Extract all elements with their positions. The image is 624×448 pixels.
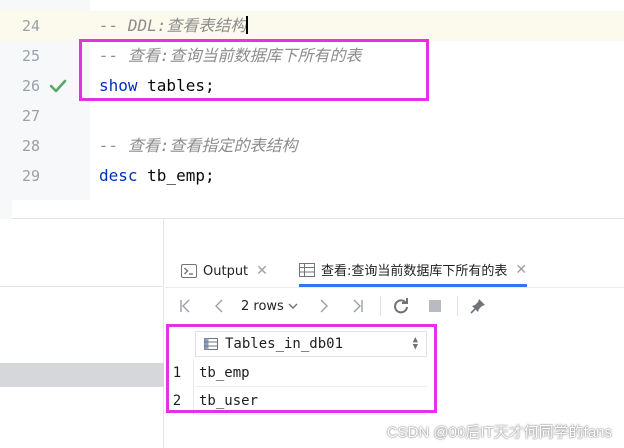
grid-header: Tables_in_db01 ▲ ▼ [165, 329, 433, 359]
chevron-down-icon [288, 303, 298, 309]
sql-comment[interactable]: -- DDL:查看表结构 [99, 11, 249, 41]
panel-divider-area [0, 200, 624, 218]
table-icon [299, 262, 315, 277]
tab-output[interactable]: Output ✕ [181, 255, 268, 287]
row-number: 1 [172, 365, 182, 381]
services-tree-panel[interactable] [0, 219, 164, 448]
code-line-29[interactable]: 29 desc tb_emp; [0, 161, 624, 191]
line-number: 25 [21, 47, 40, 65]
toolbar-separator [379, 296, 381, 316]
last-page-icon[interactable] [346, 294, 370, 318]
divider [0, 286, 164, 287]
table-cell[interactable]: tb_emp [195, 359, 427, 387]
code-line-26[interactable]: 26 show tables; [0, 71, 624, 101]
console-icon [181, 264, 197, 278]
watermark: CSDN @00后IT天才何同学的fans [386, 424, 612, 441]
selected-tree-row[interactable] [0, 363, 164, 387]
code-line-28[interactable]: 28 -- 查看:查看指定的表结构 [0, 131, 624, 161]
sql-comment[interactable]: -- 查看:查看指定的表结构 [99, 131, 298, 161]
grid-corner[interactable] [165, 329, 195, 359]
table-row[interactable]: 2 tb_user [165, 387, 433, 415]
tab-query-result-label: 查看:查询当前数据库下所有的表 [321, 264, 508, 279]
results-toolbar: 2 rows [165, 289, 624, 323]
check-icon[interactable] [49, 78, 67, 94]
next-page-icon[interactable] [312, 294, 336, 318]
row-number: 2 [172, 393, 182, 409]
code-editor[interactable]: 24 -- DDL:查看表结构 25 -- 查看:查询当前数据库下所有的表 26… [0, 0, 624, 200]
previous-page-icon[interactable] [207, 294, 231, 318]
code-line-25[interactable]: 25 -- 查看:查询当前数据库下所有的表 [0, 41, 624, 71]
rows-count-dropdown[interactable]: 2 rows [241, 299, 298, 314]
sort-icon[interactable]: ▲ ▼ [413, 336, 418, 352]
sql-statement[interactable]: show tables; [99, 71, 215, 101]
line-number: 28 [21, 137, 40, 155]
close-icon[interactable]: ✕ [256, 263, 268, 279]
close-icon[interactable]: ✕ [515, 262, 527, 278]
first-page-icon[interactable] [173, 294, 197, 318]
sql-comment[interactable]: -- 查看:查询当前数据库下所有的表 [99, 41, 362, 71]
sql-statement[interactable]: desc tb_emp; [99, 161, 215, 191]
table-row[interactable]: 1 tb_emp [165, 359, 433, 387]
line-number: 24 [21, 17, 40, 35]
toolbar-separator [456, 296, 458, 316]
column-header[interactable]: Tables_in_db01 ▲ ▼ [195, 331, 427, 357]
tab-output-label: Output [203, 263, 249, 279]
line-number: 27 [21, 107, 40, 125]
rows-count-label: 2 rows [241, 298, 284, 314]
results-tabbar: Output ✕ 查看:查询当前数据库下所有的表 ✕ [165, 255, 624, 288]
text-caret [246, 16, 249, 34]
gutter-stub [0, 200, 12, 219]
pin-icon[interactable] [466, 294, 490, 318]
table-cell[interactable]: tb_user [195, 387, 427, 415]
results-panel: Output ✕ 查看:查询当前数据库下所有的表 ✕ 2 rows Tables… [165, 219, 624, 448]
code-line-24[interactable]: 24 -- DDL:查看表结构 [0, 11, 624, 41]
stop-icon[interactable] [423, 294, 447, 318]
line-number: 29 [21, 167, 40, 185]
column-icon [204, 338, 218, 350]
tab-query-result[interactable]: 查看:查询当前数据库下所有的表 ✕ [299, 255, 528, 287]
line-number: 26 [21, 77, 40, 95]
column-header-label: Tables_in_db01 [225, 336, 344, 352]
refresh-icon[interactable] [389, 294, 413, 318]
code-line-27[interactable]: 27 [0, 101, 624, 131]
